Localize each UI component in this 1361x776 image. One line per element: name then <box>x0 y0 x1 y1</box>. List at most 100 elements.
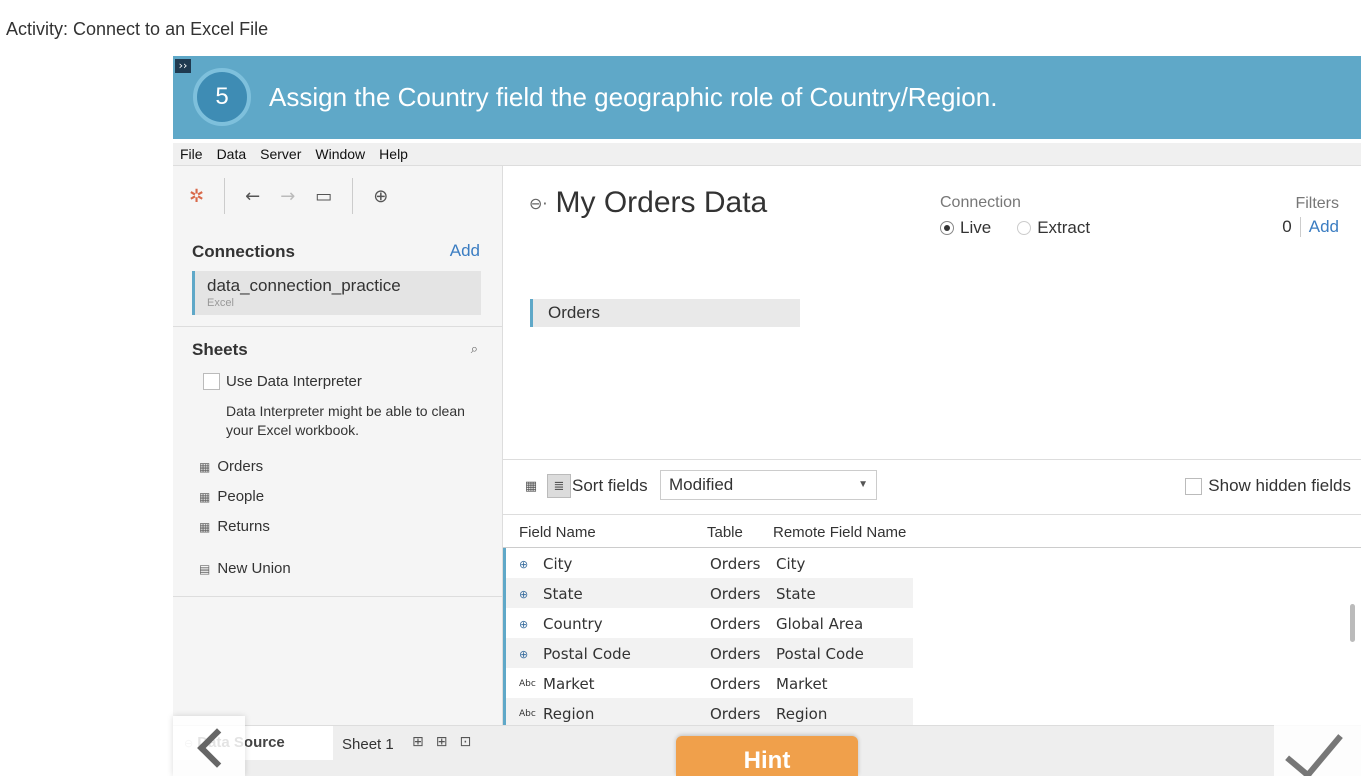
column-header-remote-field[interactable]: Remote Field Name <box>773 524 906 541</box>
field-row-city[interactable]: ⊕ City Orders City <box>503 548 913 578</box>
divider <box>173 326 503 327</box>
data-interpreter-checkbox[interactable] <box>203 373 220 390</box>
tab-sheet-1[interactable]: Sheet 1 <box>342 736 394 753</box>
hint-button[interactable]: Hint <box>676 736 858 776</box>
remote-field-name: Market <box>776 675 828 693</box>
search-icon[interactable]: ⌕ <box>471 342 478 357</box>
remote-field-name: Postal Code <box>776 645 864 663</box>
step-number: 5 <box>193 68 251 126</box>
forward-arrow-icon[interactable]: → <box>280 186 295 207</box>
sort-fields-value: Modified <box>669 475 734 494</box>
data-source-name[interactable]: My Orders Data <box>556 186 768 220</box>
sheets-title: Sheets <box>192 340 248 359</box>
complete-step-button[interactable] <box>1274 714 1361 776</box>
field-name: Country <box>543 615 603 633</box>
menu-data[interactable]: Data <box>217 146 247 162</box>
field-row-region[interactable]: Abc Region Orders Region <box>503 698 913 728</box>
save-icon[interactable]: ▭ <box>315 186 332 207</box>
back-arrow-icon[interactable]: ← <box>245 186 260 207</box>
globe-icon[interactable]: ⊕ <box>519 648 534 661</box>
simulation-frame: ›› 5 Assign the Country field the geogra… <box>173 56 1361 776</box>
field-row-market[interactable]: Abc Market Orders Market <box>503 668 913 698</box>
extract-radio[interactable] <box>1017 221 1032 235</box>
field-row-country[interactable]: ⊕ Country Orders Global Area <box>503 608 913 638</box>
new-union-item[interactable]: ▤ New Union <box>199 560 291 577</box>
instruction-banner: ›› 5 Assign the Country field the geogra… <box>173 56 1361 139</box>
column-header-table[interactable]: Table <box>707 524 743 541</box>
data-interpreter-label: Use Data Interpreter <box>226 373 362 390</box>
show-hidden-fields[interactable]: Show hidden fields <box>1185 476 1351 496</box>
canvas-table-orders[interactable]: Orders <box>530 299 800 327</box>
grid-view-icon[interactable]: ▦ <box>519 474 543 498</box>
instruction-text: Assign the Country field the geographic … <box>269 82 998 112</box>
sheet-item-people[interactable]: ▦ People <box>199 488 264 505</box>
connection-item[interactable]: data_connection_practice Excel <box>192 271 481 315</box>
data-interpreter-note: Data Interpreter might be able to clean … <box>226 403 465 438</box>
extract-option[interactable]: Extract <box>1017 218 1090 238</box>
toolbar-divider <box>224 178 226 214</box>
main-pane: ⊖· My Orders Data Connection Live Extrac… <box>503 166 1361 728</box>
view-toggle: ▦ ≣ <box>519 474 571 498</box>
show-hidden-label: Show hidden fields <box>1208 476 1351 495</box>
remote-field-name: Global Area <box>776 615 864 633</box>
menu-file[interactable]: File <box>180 146 203 162</box>
expand-icon[interactable]: ›› <box>175 59 191 73</box>
field-table: Orders <box>710 645 761 663</box>
database-icon: ⊖· <box>529 193 548 213</box>
filters-label: Filters <box>1295 195 1339 212</box>
string-type-icon[interactable]: Abc <box>519 709 536 719</box>
sheet-label: Orders <box>217 458 264 475</box>
show-hidden-checkbox[interactable] <box>1185 477 1203 495</box>
new-data-source-icon[interactable]: ⊕ <box>373 186 388 207</box>
globe-icon[interactable]: ⊕ <box>519 588 534 601</box>
table-icon: ▦ <box>199 459 211 474</box>
new-story-icon[interactable]: ⊡ <box>459 734 471 750</box>
globe-icon[interactable]: ⊕ <box>519 618 534 631</box>
field-row-postal-code[interactable]: ⊕ Postal Code Orders Postal Code <box>503 638 913 668</box>
toolbar-divider <box>352 178 354 214</box>
tableau-logo-icon[interactable]: ✲ <box>189 186 204 207</box>
list-view-icon[interactable]: ≣ <box>547 474 571 498</box>
add-filter-link[interactable]: Add <box>1309 217 1339 237</box>
field-table: Orders <box>710 675 761 693</box>
field-name: State <box>543 585 583 603</box>
live-option[interactable]: Live <box>940 218 991 238</box>
sort-fields-label: Sort fields <box>572 476 648 495</box>
data-source-title[interactable]: ⊖· My Orders Data <box>529 186 767 220</box>
menu-help[interactable]: Help <box>379 146 408 162</box>
sheet-item-orders[interactable]: ▦ Orders <box>199 458 263 475</box>
left-pane: ✲ ← → ▭ ⊕ Connections Add data_connectio… <box>173 166 503 726</box>
sheet-label: Returns <box>217 518 270 535</box>
data-interpreter-row[interactable]: Use Data Interpreter <box>203 373 362 390</box>
field-table: Orders <box>710 555 761 573</box>
connection-label: Connection <box>940 194 1021 211</box>
column-header-field-name[interactable]: Field Name <box>519 524 596 541</box>
toolbar: ✲ ← → ▭ ⊕ <box>189 178 388 214</box>
menu-window[interactable]: Window <box>315 146 365 162</box>
add-connection-link[interactable]: Add <box>450 241 480 261</box>
page-title: Activity: Connect to an Excel File <box>6 19 269 39</box>
globe-icon[interactable]: ⊕ <box>519 558 534 571</box>
remote-field-name: City <box>776 555 806 573</box>
table-icon: ▦ <box>199 489 211 504</box>
grid-toolbar: ▦ ≣ Sort fields Modified ▼ Show hidden f… <box>503 459 1361 515</box>
remote-field-name: State <box>776 585 816 603</box>
sort-fields-select[interactable]: Modified ▼ <box>660 470 877 500</box>
new-union-label: New Union <box>217 560 291 577</box>
field-grid: ⊕ City Orders City ⊕ State Orders State ⊕ C… <box>503 548 913 728</box>
string-type-icon[interactable]: Abc <box>519 679 536 689</box>
vertical-scrollbar[interactable] <box>1350 604 1355 642</box>
previous-step-button[interactable] <box>173 716 245 776</box>
sheet-label: People <box>217 488 265 505</box>
sheet-item-returns[interactable]: ▦ Returns <box>199 518 270 535</box>
field-row-state[interactable]: ⊕ State Orders State <box>503 578 913 608</box>
new-worksheet-icon[interactable]: ⊞ <box>412 734 424 750</box>
field-name: Postal Code <box>543 645 631 663</box>
filters-count: 0 <box>1282 217 1301 237</box>
menu-server[interactable]: Server <box>260 146 301 162</box>
grid-header: Field Name Table Remote Field Name <box>503 515 1361 548</box>
live-radio[interactable] <box>940 221 954 235</box>
field-name: City <box>543 555 573 573</box>
new-dashboard-icon[interactable]: ⊞ <box>436 734 448 750</box>
field-name: Region <box>543 705 595 723</box>
